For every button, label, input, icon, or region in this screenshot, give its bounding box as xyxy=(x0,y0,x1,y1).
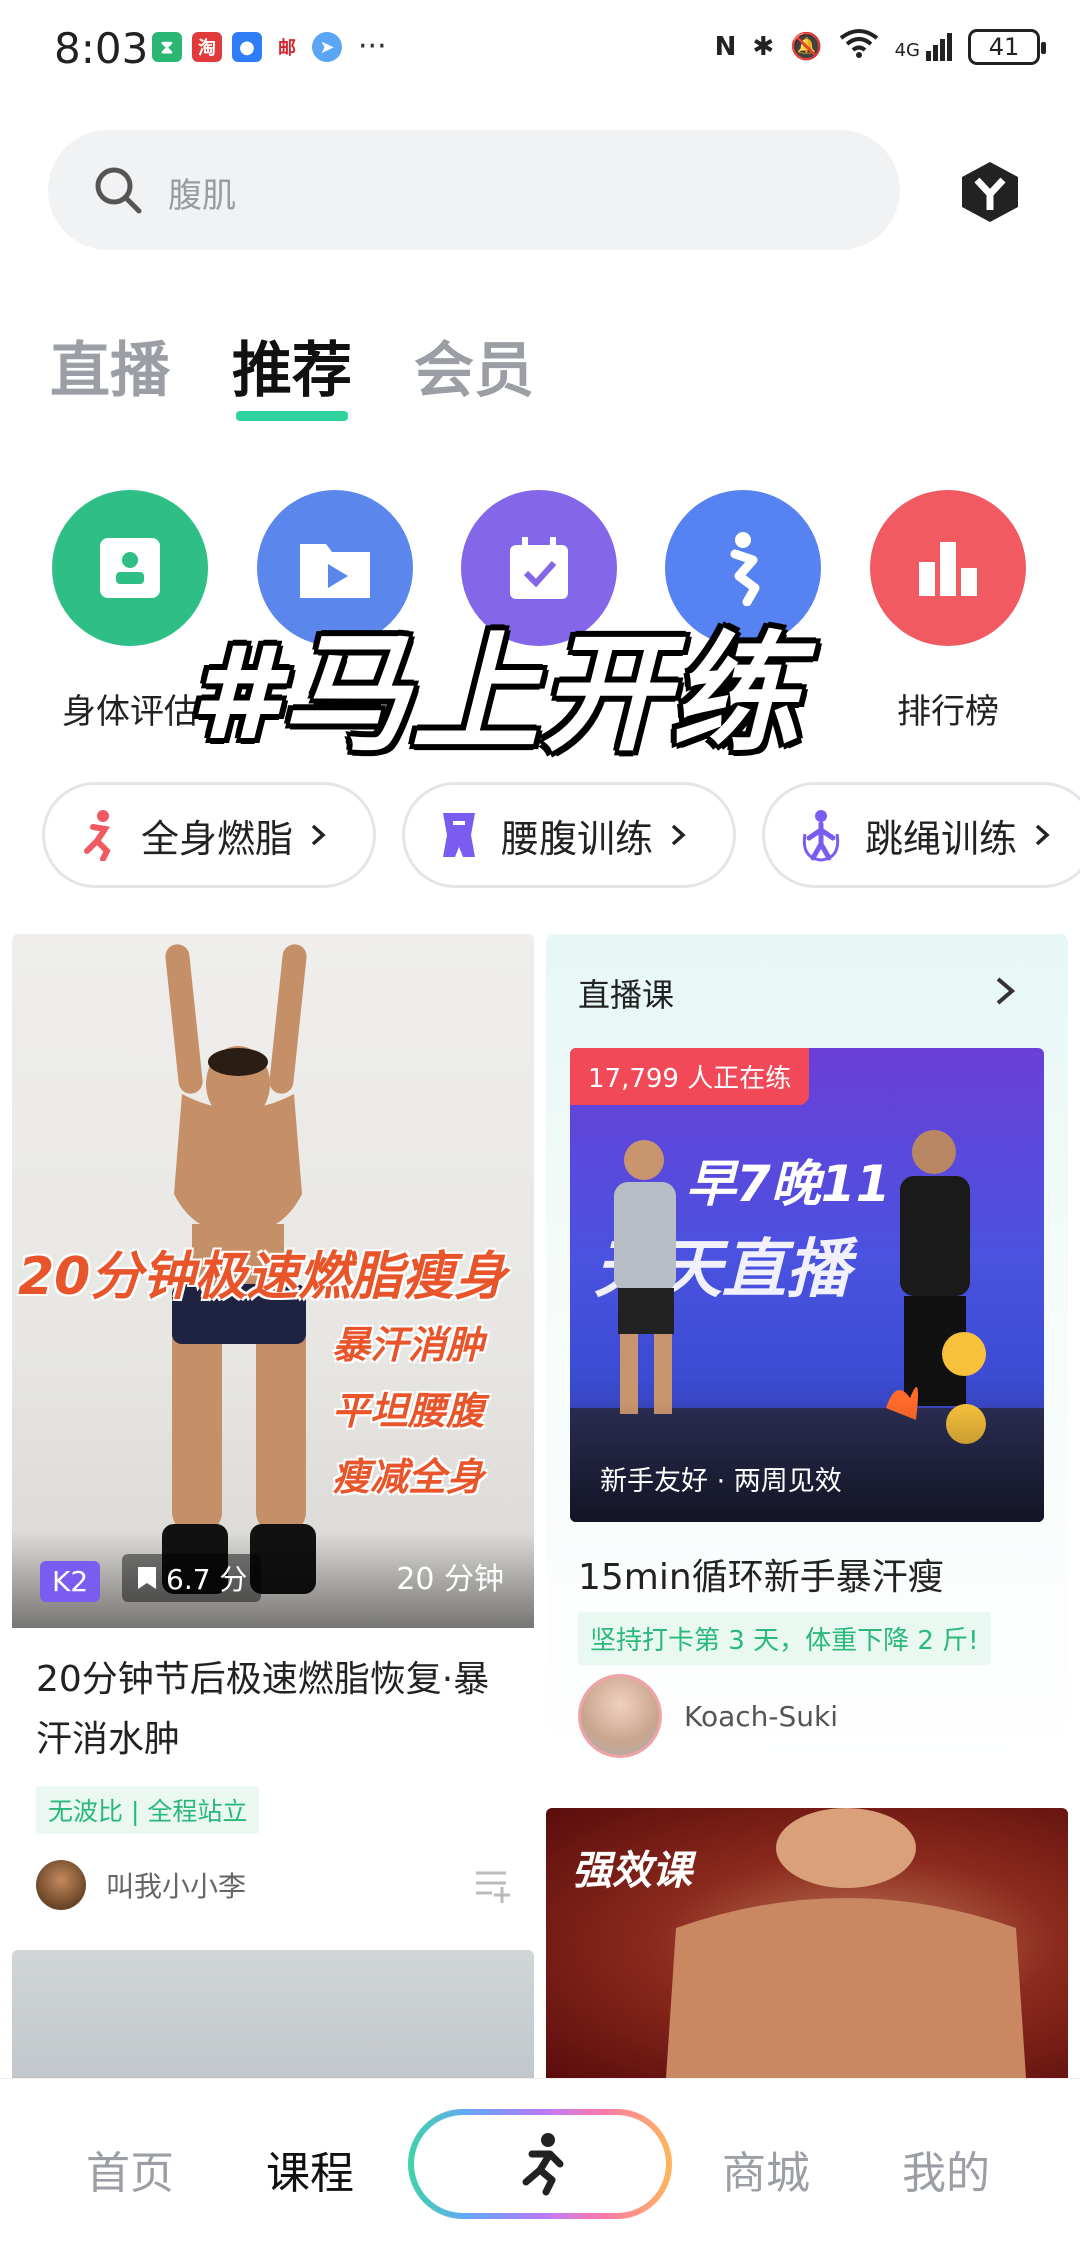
taobao-app-icon: 淘 xyxy=(192,32,222,62)
avatar[interactable] xyxy=(578,1674,662,1758)
live-caption: 新手友好 · 两周见效 xyxy=(600,1466,842,1497)
runner-icon xyxy=(522,2133,564,2196)
add-to-list-icon[interactable] xyxy=(472,1865,512,1905)
chip-label: 跳绳训练 xyxy=(865,816,1018,861)
bottom-navigation: 首页 课程 商城 我的 xyxy=(0,2078,1080,2244)
message-app-icon: ● xyxy=(232,32,262,62)
chip-waist-training[interactable]: 腰腹训练 xyxy=(402,782,736,888)
system-status: N ✱ 🔕 4G 41 xyxy=(714,28,1046,65)
tab-recommended[interactable]: 推荐 xyxy=(232,322,352,421)
athlete-figure xyxy=(666,1808,1026,2078)
tab-live[interactable]: 直播 xyxy=(50,322,170,409)
avatar xyxy=(36,1860,86,1910)
live-viewer-count: 17,799 人正在练 xyxy=(570,1048,810,1105)
nfc-icon: N xyxy=(714,31,737,62)
wifi-icon xyxy=(839,28,879,65)
jump-rope-icon xyxy=(802,810,840,862)
running-person-icon xyxy=(84,810,111,861)
duration-label: 20 分钟 xyxy=(396,1562,504,1597)
live-course-tag: 坚持打卡第 3 天，体重下降 2 斤! xyxy=(578,1612,991,1665)
course-thumbnail: 20分钟极速燃脂瘦身 暴汗消肿 平坦腰腹 瘦减全身 K2 6.7 分 20 分钟 xyxy=(12,934,534,1628)
author-name: 叫我小小李 xyxy=(106,1870,247,1903)
more-notifications-icon: ··· xyxy=(358,29,387,64)
body-assessment-icon xyxy=(52,490,208,646)
network-type: 4G xyxy=(894,39,920,61)
live-video-thumbnail[interactable]: 早7晚11 天天直播 17,799 人正在练 新手友好 · 两周见效 xyxy=(570,1048,1044,1522)
quick-leaderboard[interactable]: 排行榜 xyxy=(846,490,1050,733)
cellular-signal-icon: 4G xyxy=(894,32,952,61)
live-section-title: 直播课 xyxy=(578,976,675,1014)
thumbnail-headline: 20分钟极速燃脂瘦身 xyxy=(18,1247,507,1307)
course-tag: 无波比 | 全程站立 xyxy=(36,1786,260,1834)
nav-courses[interactable]: 课程 xyxy=(266,2137,354,2201)
status-time: 8:03 xyxy=(54,24,149,73)
bookmark-icon xyxy=(138,1567,156,1589)
thumbnail-subline: 瘦减全身 xyxy=(331,1455,484,1499)
keep-logo-icon[interactable] xyxy=(960,160,1020,224)
chevron-right-icon xyxy=(1035,824,1050,846)
course-card[interactable]: 强效课 xyxy=(546,1808,1068,2078)
nav-mall[interactable]: 商城 xyxy=(722,2137,810,2201)
author-row[interactable]: 叫我小小李 xyxy=(12,1860,534,1910)
chip-label: 腰腹训练 xyxy=(501,816,654,861)
top-tabs: 直播 推荐 会员 xyxy=(50,322,534,421)
start-workout-button[interactable] xyxy=(408,2109,672,2219)
chevron-right-icon xyxy=(311,824,326,846)
level-badge: K2 xyxy=(40,1561,101,1602)
leaderboard-icon xyxy=(870,490,1026,646)
hourglass-app-icon: ⧗ xyxy=(152,32,182,62)
rating-badge: 6.7 分 xyxy=(122,1554,262,1602)
thumbnail-subline: 平坦腰腹 xyxy=(331,1389,484,1433)
chip-label: 全身燃脂 xyxy=(141,816,294,861)
chip-full-body-burn[interactable]: 全身燃脂 xyxy=(42,782,376,888)
overlay-caption: #马上开练 xyxy=(190,620,802,769)
battery-level: 41 xyxy=(988,32,1020,61)
mute-icon: 🔕 xyxy=(790,31,823,62)
notification-icons: ⧗ 淘 ● 邮 ➤ ··· xyxy=(152,32,387,62)
live-course-card[interactable]: 直播课 早7晚11 天天直播 17,799 人正在练 新手友好 · 两周见效 1… xyxy=(546,934,1068,1774)
chevron-right-icon xyxy=(671,824,686,846)
live-course-title: 15min循环新手暴汗瘦 xyxy=(578,1557,944,1598)
telegram-app-icon: ➤ xyxy=(312,32,342,62)
tab-membership[interactable]: 会员 xyxy=(414,322,534,409)
nav-mine[interactable]: 我的 xyxy=(902,2137,990,2201)
waist-icon xyxy=(443,813,475,857)
mail-app-icon: 邮 xyxy=(272,32,302,62)
rating-value: 6.7 分 xyxy=(166,1563,248,1596)
thumbnail-subline: 暴汗消肿 xyxy=(331,1323,484,1367)
search-icon xyxy=(95,167,142,214)
course-card[interactable] xyxy=(12,1950,534,2080)
chevron-right-icon[interactable] xyxy=(994,976,1018,1006)
chip-jump-rope[interactable]: 跳绳训练 xyxy=(762,782,1080,888)
course-card[interactable]: 20分钟极速燃脂瘦身 暴汗消肿 平坦腰腹 瘦减全身 K2 6.7 分 20 分钟… xyxy=(12,934,534,1910)
nav-home[interactable]: 首页 xyxy=(86,2137,174,2201)
bluetooth-icon: ✱ xyxy=(752,31,775,62)
quick-label: 排行榜 xyxy=(897,692,999,732)
course-title: 20分钟节后极速燃脂恢复·暴汗消水肿 xyxy=(36,1659,490,1760)
start-workout-inner xyxy=(414,2115,666,2213)
coach-name[interactable]: Koach-Suki xyxy=(684,1700,838,1733)
status-bar: 8:03 ⧗ 淘 ● 邮 ➤ ··· N ✱ 🔕 4G 41 xyxy=(0,0,1080,100)
battery-indicator: 41 xyxy=(968,28,1046,65)
search-input[interactable]: 腹肌 xyxy=(48,130,900,250)
search-placeholder: 腹肌 xyxy=(168,176,236,216)
